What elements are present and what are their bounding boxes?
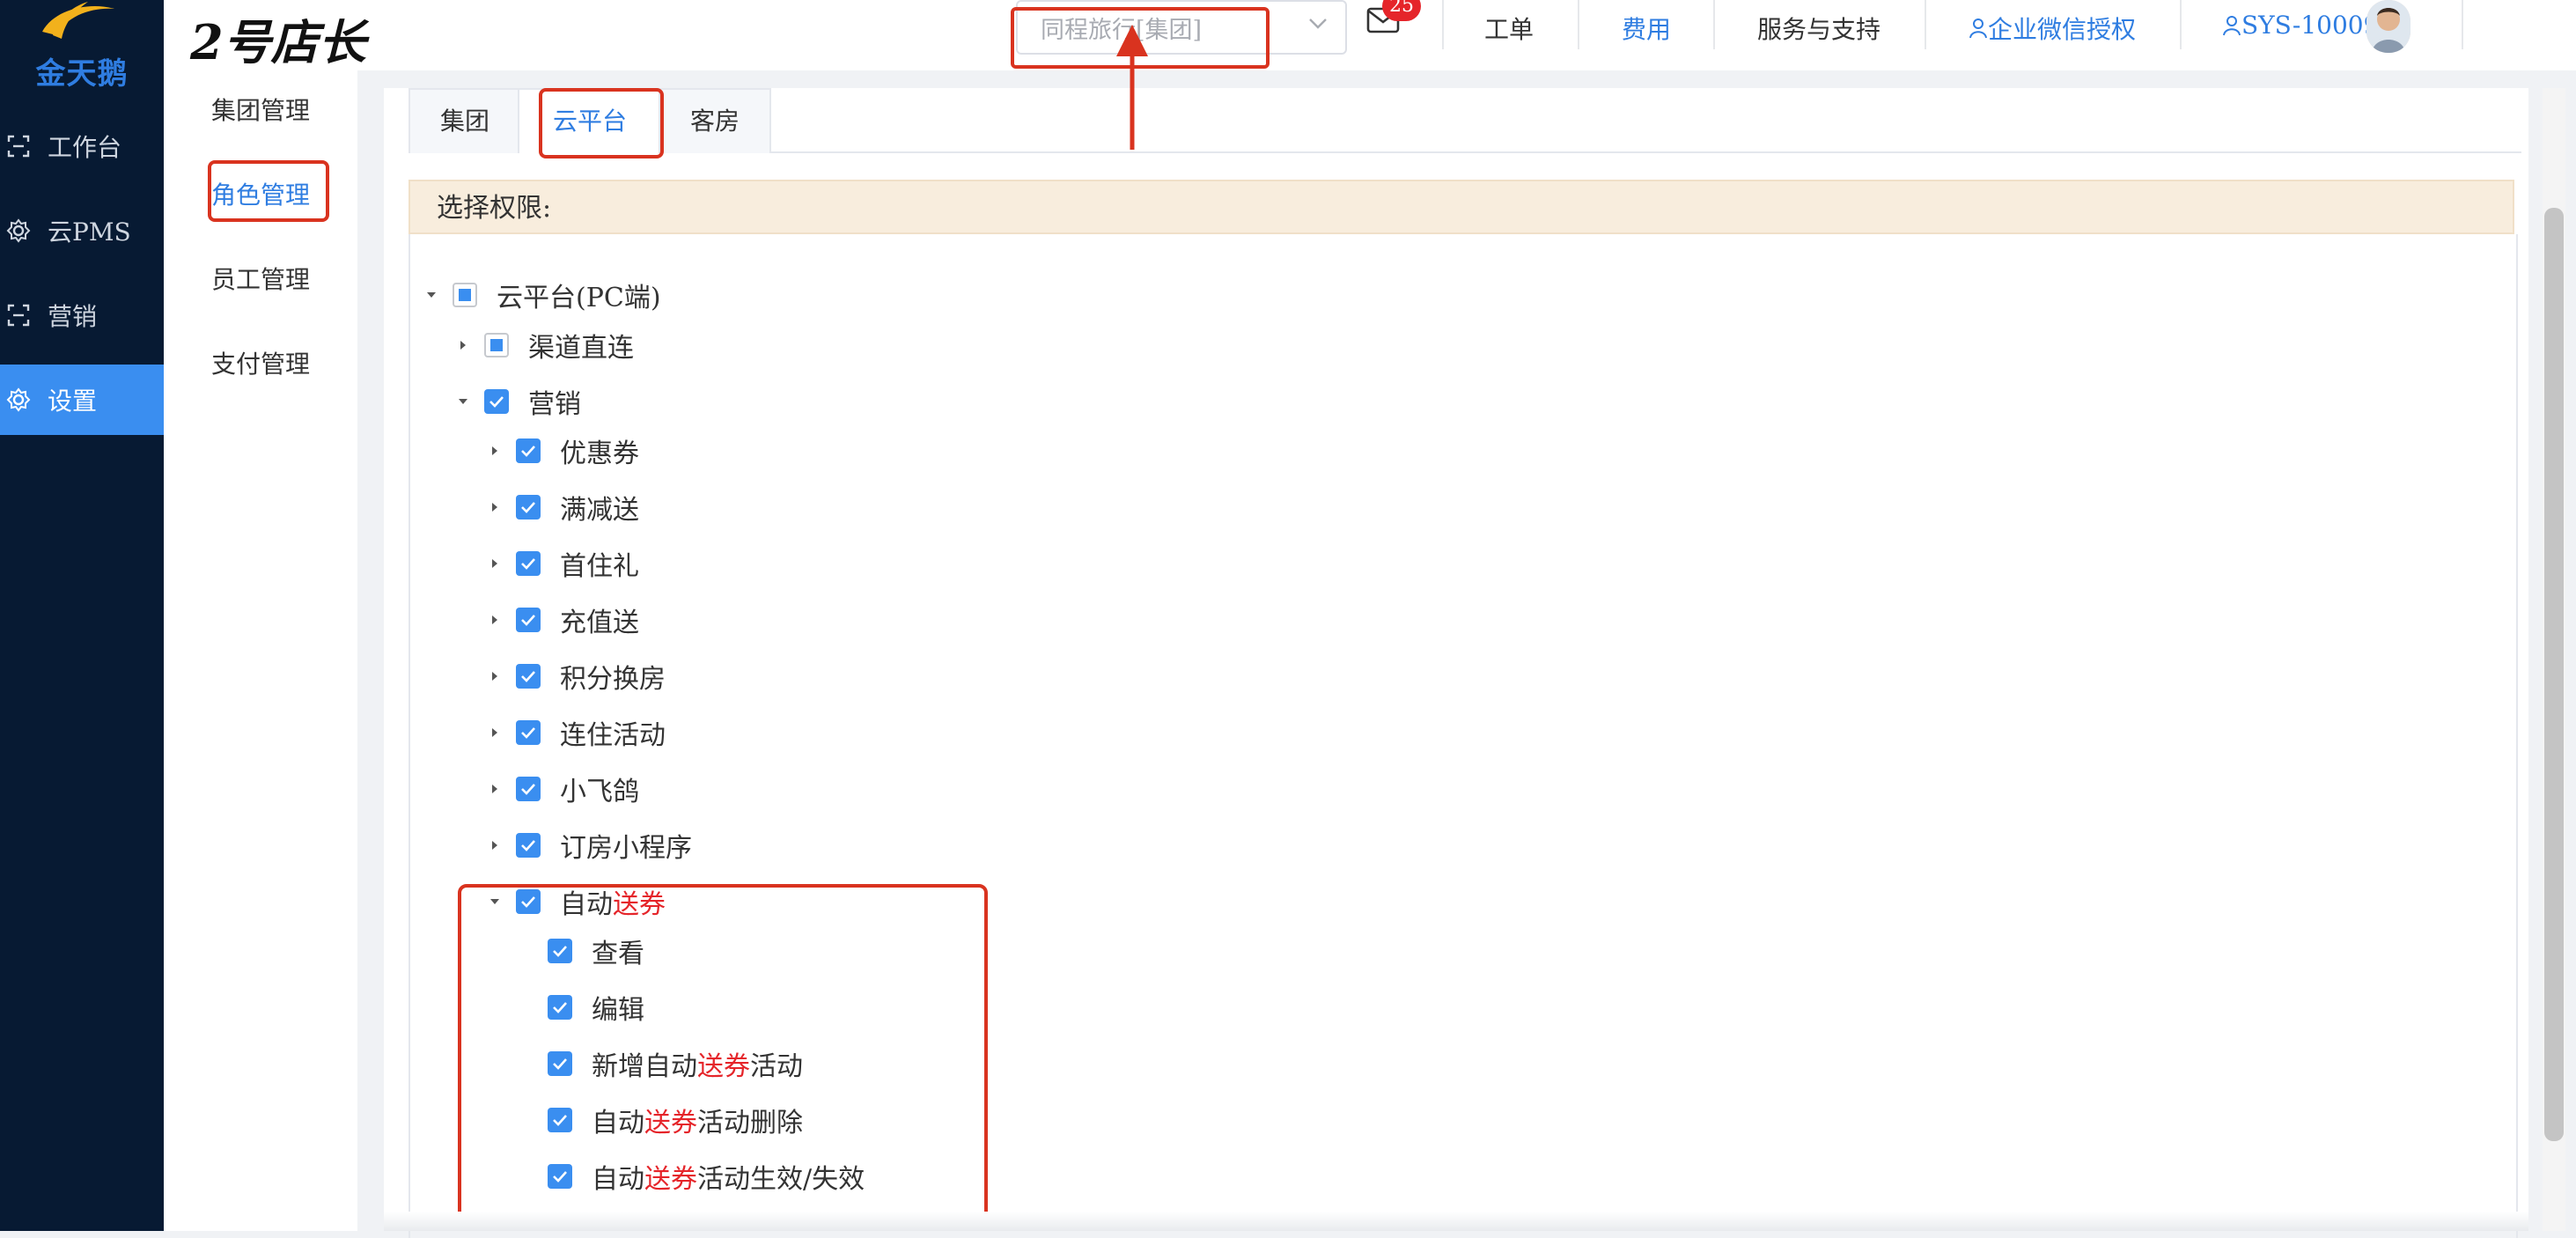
nav-label-settings: 设置 — [48, 387, 98, 416]
caret-right-icon[interactable] — [486, 780, 504, 798]
tree-label: 渠道直连 — [528, 333, 634, 364]
nav-label-pms: 云PMS — [48, 217, 131, 247]
gear-icon — [6, 218, 31, 243]
header-link-wechat-auth-label: 企业微信授权 — [1988, 15, 2137, 44]
workbench-icon — [7, 135, 30, 158]
checkbox[interactable] — [516, 833, 541, 858]
caret-right-icon[interactable] — [486, 724, 504, 741]
header-link-support[interactable]: 服务与支持 — [1757, 11, 1880, 46]
checkbox[interactable] — [484, 389, 509, 414]
marketing-icon — [7, 304, 30, 327]
tree-label: 小飞鸽 — [560, 777, 639, 807]
chevron-down-icon — [1309, 18, 1327, 29]
caret-down-icon[interactable] — [454, 393, 472, 410]
submenu-item-payment[interactable]: 支付管理 — [164, 338, 357, 391]
checkbox[interactable] — [516, 495, 541, 520]
tree-node-consecutive[interactable]: 连住活动 — [486, 711, 666, 754]
nav-item-settings[interactable]: 设置 — [0, 365, 164, 435]
tree-label: 满减送 — [560, 495, 639, 526]
top-header: 2号店长 同程旅行[集团] 25 工单 费用 服务与支持 企业微信授权 SYS-… — [164, 0, 2576, 70]
header-divider — [1578, 0, 1579, 49]
tree-node-pigeon[interactable]: 小飞鸽 — [486, 768, 639, 810]
settings-icon — [6, 387, 31, 412]
caret-right-icon[interactable] — [486, 667, 504, 685]
submenu-item-staff[interactable]: 员工管理 — [164, 254, 357, 306]
tree-node-points[interactable]: 积分换房 — [486, 655, 666, 697]
nav-label-workbench: 工作台 — [48, 133, 122, 162]
nav-item-workbench[interactable]: 工作台 — [0, 111, 164, 181]
tree-node-cloud-platform[interactable]: 云平台(PC端) — [423, 274, 661, 316]
checkbox[interactable] — [516, 608, 541, 632]
nav-item-pms[interactable]: 云PMS — [0, 195, 164, 266]
user-icon — [1969, 18, 1987, 39]
header-divider — [2180, 0, 2182, 49]
logo-swoosh-icon — [42, 2, 114, 39]
tree-label: 积分换房 — [560, 664, 666, 695]
header-divider — [2462, 0, 2463, 49]
checkbox[interactable] — [516, 720, 541, 745]
tree-label: 订房小程序 — [560, 833, 692, 864]
header-user-account[interactable]: SYS-10009 — [2222, 11, 2379, 40]
tree-node-channel[interactable]: 渠道直连 — [454, 324, 634, 366]
tab-group[interactable]: 集团 — [408, 88, 521, 153]
logo-text: 金天鹅 — [35, 56, 129, 92]
header-link-wechat-auth[interactable]: 企业微信授权 — [1969, 11, 2136, 46]
mail-badge: 25 — [1382, 0, 1421, 21]
checkbox[interactable] — [516, 664, 541, 689]
logo: 金天鹅 — [25, 0, 139, 97]
nav-item-marketing[interactable]: 营销 — [0, 280, 164, 350]
header-link-tickets[interactable]: 工单 — [1484, 11, 1534, 46]
checkbox[interactable] — [516, 438, 541, 463]
nav-label-marketing: 营销 — [48, 302, 98, 331]
checkbox[interactable] — [453, 283, 477, 307]
tree-label: 首住礼 — [560, 551, 639, 582]
permissions-header: 选择权限: — [408, 180, 2514, 234]
tab-bar: 集团 云平台 客房 — [408, 88, 2521, 158]
tree-label: 营销 — [528, 389, 581, 420]
caret-right-icon[interactable] — [486, 611, 504, 629]
submenu-item-group[interactable]: 集团管理 — [164, 85, 357, 137]
caret-right-icon[interactable] — [486, 498, 504, 516]
tree-label: 充值送 — [560, 608, 639, 638]
avatar-image — [2366, 0, 2410, 53]
checkbox[interactable] — [484, 333, 509, 357]
tree-node-recharge[interactable]: 充值送 — [486, 599, 639, 641]
sidebar: 金天鹅 工作台 云PMS 营销 设置 — [0, 0, 164, 1231]
content-bottom-edge — [384, 1212, 2528, 1231]
tab-rooms[interactable]: 客房 — [659, 88, 771, 153]
tree-node-marketing[interactable]: 营销 — [454, 380, 581, 423]
tree-node-coupon[interactable]: 优惠券 — [486, 430, 639, 472]
tree-label: 连住活动 — [560, 720, 666, 751]
caret-right-icon[interactable] — [486, 555, 504, 572]
avatar[interactable] — [2366, 0, 2410, 53]
caret-down-icon[interactable] — [423, 286, 440, 304]
caret-right-icon[interactable] — [454, 336, 472, 354]
checkbox[interactable] — [516, 551, 541, 576]
annotation-box — [458, 884, 988, 1226]
caret-right-icon[interactable] — [486, 836, 504, 854]
tree-label: 云平台(PC端) — [497, 283, 661, 313]
tree-label: 优惠券 — [560, 438, 639, 469]
caret-right-icon[interactable] — [486, 442, 504, 460]
user-icon — [2223, 15, 2241, 35]
tree-node-mini-program[interactable]: 订房小程序 — [486, 824, 692, 866]
header-divider — [1925, 0, 1926, 49]
header-divider — [1713, 0, 1715, 49]
tree-node-discount[interactable]: 满减送 — [486, 486, 639, 528]
annotation-box — [208, 160, 329, 222]
header-link-fees[interactable]: 费用 — [1622, 11, 1671, 46]
annotation-arrow-icon — [1116, 25, 1148, 150]
secondary-menu: 集团管理 角色管理 员工管理 支付管理 — [164, 70, 357, 1231]
header-user-label: SYS-10009 — [2241, 11, 2380, 40]
brand-title: 2号店长 — [190, 14, 366, 70]
tree-node-first-stay[interactable]: 首住礼 — [486, 542, 639, 585]
scrollbar-thumb[interactable] — [2544, 208, 2564, 1141]
checkbox[interactable] — [516, 777, 541, 801]
annotation-box — [539, 88, 664, 158]
header-divider — [1442, 0, 1444, 49]
